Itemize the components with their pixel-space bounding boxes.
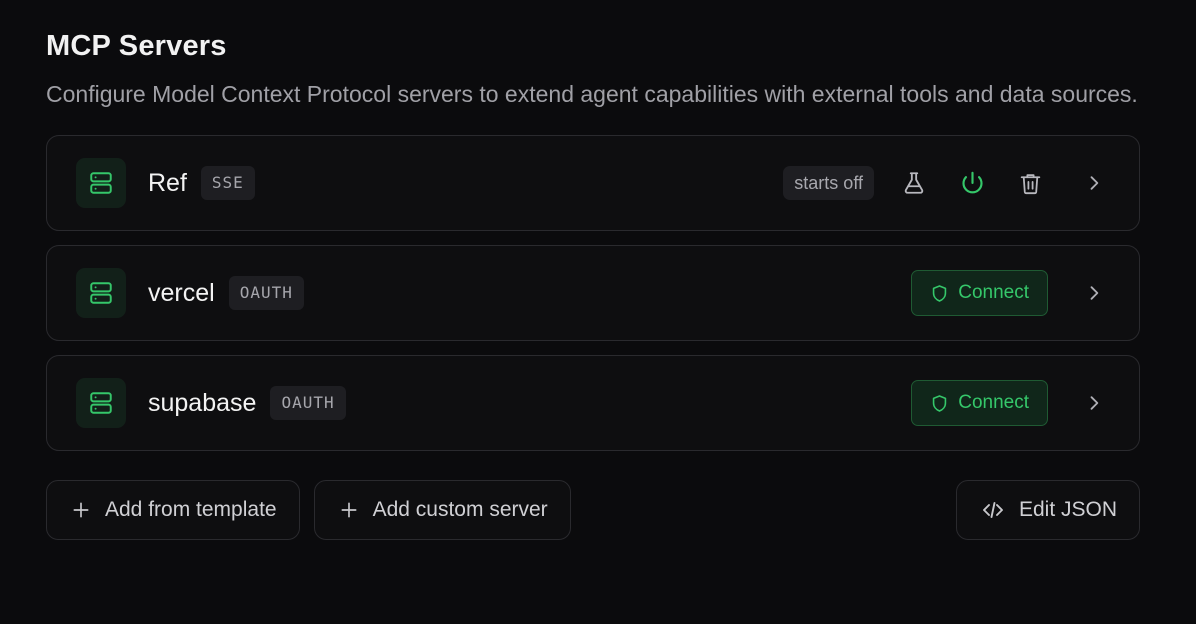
status-badge: starts off bbox=[783, 166, 874, 200]
server-icon bbox=[76, 378, 126, 428]
power-toggle-button[interactable] bbox=[954, 165, 990, 201]
shield-icon bbox=[932, 394, 947, 412]
chevron-right-icon bbox=[1090, 286, 1099, 300]
expand-button[interactable] bbox=[1079, 278, 1109, 308]
power-icon bbox=[961, 171, 983, 193]
server-icon bbox=[76, 268, 126, 318]
server-row-ref[interactable]: Ref SSE starts off bbox=[46, 135, 1140, 231]
server-name: vercel bbox=[148, 278, 215, 307]
expand-button[interactable] bbox=[1079, 388, 1109, 418]
transport-badge: SSE bbox=[200, 166, 255, 200]
connect-button[interactable]: Connect bbox=[911, 270, 1048, 316]
trash-icon bbox=[1020, 173, 1040, 194]
shield-icon bbox=[932, 284, 947, 302]
add-from-template-label: Add from template bbox=[105, 498, 277, 521]
transport-badge: OAUTH bbox=[228, 276, 304, 310]
edit-json-label: Edit JSON bbox=[1018, 498, 1117, 521]
code-icon bbox=[983, 502, 1003, 518]
server-icon bbox=[76, 158, 126, 208]
transport-badge: OAUTH bbox=[270, 386, 346, 420]
server-name: Ref bbox=[148, 168, 187, 197]
server-row-supabase[interactable]: supabase OAUTH Connect bbox=[46, 355, 1140, 451]
server-list: Ref SSE starts off vercel OAUTH Connect … bbox=[46, 135, 1140, 451]
page-description: Configure Model Context Protocol servers… bbox=[46, 81, 1138, 107]
server-row-vercel[interactable]: vercel OAUTH Connect bbox=[46, 245, 1140, 341]
add-custom-server-label: Add custom server bbox=[372, 498, 548, 521]
delete-button[interactable] bbox=[1012, 165, 1048, 201]
chevron-right-icon bbox=[1090, 396, 1099, 410]
connect-label: Connect bbox=[958, 392, 1029, 413]
connect-label: Connect bbox=[958, 282, 1029, 303]
connect-button[interactable]: Connect bbox=[911, 380, 1048, 426]
plus-icon bbox=[73, 502, 89, 518]
edit-json-button[interactable]: Edit JSON bbox=[955, 480, 1140, 540]
flask-icon bbox=[904, 172, 924, 194]
page-title: MCP Servers bbox=[46, 30, 227, 62]
mcp-servers-panel: MCP Servers Configure Model Context Prot… bbox=[0, 0, 1196, 624]
test-button[interactable] bbox=[896, 165, 932, 201]
add-custom-server-button[interactable]: Add custom server bbox=[313, 480, 571, 540]
add-from-template-button[interactable]: Add from template bbox=[46, 480, 300, 540]
chevron-right-icon bbox=[1090, 176, 1099, 190]
action-bar: Add from template Add custom server Edit… bbox=[46, 480, 1140, 540]
expand-button[interactable] bbox=[1079, 168, 1109, 198]
server-name: supabase bbox=[148, 388, 257, 417]
plus-icon bbox=[341, 502, 357, 518]
